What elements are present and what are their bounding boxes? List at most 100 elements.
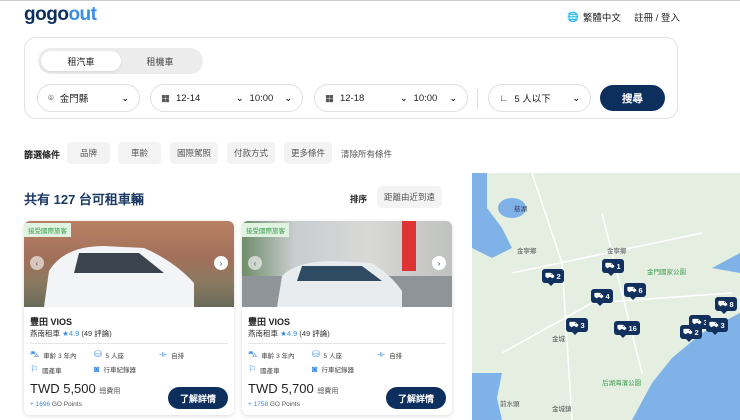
spec-domestic: ⚐ 國產車 [30,364,62,375]
divider [477,89,478,109]
prev-photo-button[interactable]: ‹ [248,256,262,270]
globe-icon: 🌐 [567,11,579,23]
details-button[interactable]: 了解詳情 [168,387,228,409]
car-icon: ⛟ [605,261,615,270]
filter-payment[interactable]: 付款方式 [227,142,275,164]
calendar-icon: ▦ [325,92,334,104]
map-car-pin[interactable]: ⛟ 6 [624,283,646,300]
flag-icon: ⚐ [30,364,39,374]
return-datetime[interactable]: ▦ 12-18 ⌄ 10:00 ⌄ [314,84,468,112]
gear-shift-icon: ⟛ [159,349,168,359]
chevron-down-icon[interactable]: ⌄ [449,93,457,104]
map-label: 金城鎮 [552,406,572,413]
car-icon: ⛟ [627,285,637,294]
chevron-down-icon: ⌄ [572,92,580,103]
car-icon: ⛟ [545,271,555,280]
map-car-pin[interactable]: ⛟ 2 [542,269,564,286]
map-label: 慈湖 [514,206,527,213]
passengers-select[interactable]: ∟ 5 人以下 ⌄ [488,84,591,112]
gogoout-logo[interactable]: gogoout [24,4,97,26]
spec-car-age: ⛍ 車齡 3 年內 [248,349,295,360]
car-clock-icon: ⛍ [248,349,258,359]
car-photo: 接受國際旅客 ‹ › [24,221,234,307]
filter-label: 篩選條件 [24,150,61,160]
seat-icon: ∟ [499,92,509,104]
spec-seats: ⛁ 5 人座 [312,349,342,360]
dashcam-icon: ◙ [94,364,100,374]
intl-traveler-badge: 接受國際旅客 [242,223,289,237]
shop-info: 燕南租車 ★4.9 (49 評論) [30,329,112,338]
map-label: 金城 [552,336,565,343]
map-car-pin[interactable]: ⛟ 2 [680,325,702,342]
map-label: 金寧鄉 [607,248,627,255]
chevron-down-icon: ⌄ [121,92,129,103]
car-card[interactable]: 接受國際旅客 ‹ › 豐田 VIOS 燕南租車 ★4.9 (49 評論) ⛍ 車齡… [24,221,234,415]
shop-info: 燕南租車 ★4.9 (49 評論) [248,329,330,338]
results-count: 共有 127 台可租車輛 [24,192,144,207]
car-photo: 接受國際旅客 ‹ › [242,221,452,307]
tab-car[interactable]: 租汽車 [41,51,121,71]
clear-filters-link[interactable]: 清除所有條件 [341,148,392,160]
divider [30,343,228,344]
tab-scooter[interactable]: 租機車 [120,51,200,71]
next-photo-button[interactable]: › [432,256,446,270]
gear-shift-icon: ⟛ [377,349,386,359]
intl-traveler-badge: 接受國際旅客 [24,223,71,237]
filter-car-age[interactable]: 車齡 [118,142,161,164]
next-photo-button[interactable]: › [214,256,228,270]
filter-more[interactable]: 更多條件 [284,142,332,164]
search-button[interactable]: 搜尋 [600,85,665,111]
car-name: 豐田 VIOS [248,317,291,327]
seat-icon: ⛁ [94,349,102,359]
chevron-down-icon[interactable]: ⌄ [236,93,244,104]
spec-transmission: ⟛ 自排 [377,349,403,360]
map-car-pin[interactable]: ⛟ 1 [602,259,624,276]
chevron-down-icon[interactable]: ⌄ [400,93,408,104]
price: TWD 5,700 總費用 [248,381,339,396]
spec-dashcam: ◙ 行車紀錄器 [312,364,354,374]
car-clock-icon: ⛍ [30,349,40,359]
filter-intl-license[interactable]: 國際駕照 [170,142,218,164]
divider [248,343,446,344]
filter-brand[interactable]: 品牌 [67,142,110,164]
sort-select[interactable]: 距離由近到遠 [377,186,442,208]
language-selector[interactable]: 🌐 繁體中文 [567,10,621,25]
dashcam-icon: ◙ [312,364,318,374]
car-icon: ⛟ [594,291,604,300]
car-icon: ⛟ [709,320,719,329]
map-label: 后湖海濱公園 [602,380,641,387]
go-points: + 1758 GO Points [248,401,300,408]
seat-icon: ⛁ [312,349,320,359]
details-button[interactable]: 了解詳情 [386,387,446,409]
map-car-pin[interactable]: ⛟3 [706,318,728,335]
map-car-pin[interactable]: ⛟ 8 [715,297,737,314]
location-select[interactable]: ⌾ 金門縣 ⌄ [37,84,140,112]
map[interactable]: 金寧鄉 金寧鄉 金門國家公園 金城 后湖海濱公園 金城鎮 前水頭 慈湖 ⛟ 1 ⛟… [472,173,740,420]
prev-photo-button[interactable]: ‹ [30,256,44,270]
spec-transmission: ⟛ 自排 [159,349,185,360]
car-card[interactable]: 接受國際旅客 ‹ › 豐田 VIOS 燕南租車 ★4.9 (49 評論) ⛍ 車齡… [242,221,452,415]
car-icon: ⛟ [683,327,693,336]
map-label: 金寧鄉 [517,248,537,255]
chevron-down-icon[interactable]: ⌄ [284,93,292,104]
flag-icon: ⚐ [248,364,257,374]
car-icon: ⛟ [569,320,579,329]
spec-seats: ⛁ 5 人座 [94,349,124,360]
sort-label: 排序 [350,194,368,204]
location-pin-icon: ⌾ [48,92,54,104]
spec-car-age: ⛍ 車齡 3 年內 [30,349,77,360]
car-icon: ⛟ [617,323,627,332]
map-car-pin[interactable]: ⛟3 [566,318,588,335]
map-car-pin[interactable]: ⛟ 4 [591,289,613,306]
vehicle-type-toggle: 租汽車 租機車 [38,48,203,74]
car-icon: ⛟ [718,299,728,308]
map-car-pin[interactable]: ⛟ 16 [614,321,640,338]
calendar-icon: ▦ [161,92,170,104]
go-points: + 1696 GO Points [30,401,82,408]
map-label: 金門國家公園 [647,269,686,276]
price: TWD 5,500 總費用 [30,381,121,396]
pickup-datetime[interactable]: ▦ 12-14 ⌄ 10:00 ⌄ [150,84,303,112]
login-link[interactable]: 註冊 / 登入 [634,10,680,24]
spec-domestic: ⚐ 國產車 [248,364,280,375]
spec-dashcam: ◙ 行車紀錄器 [94,364,136,374]
